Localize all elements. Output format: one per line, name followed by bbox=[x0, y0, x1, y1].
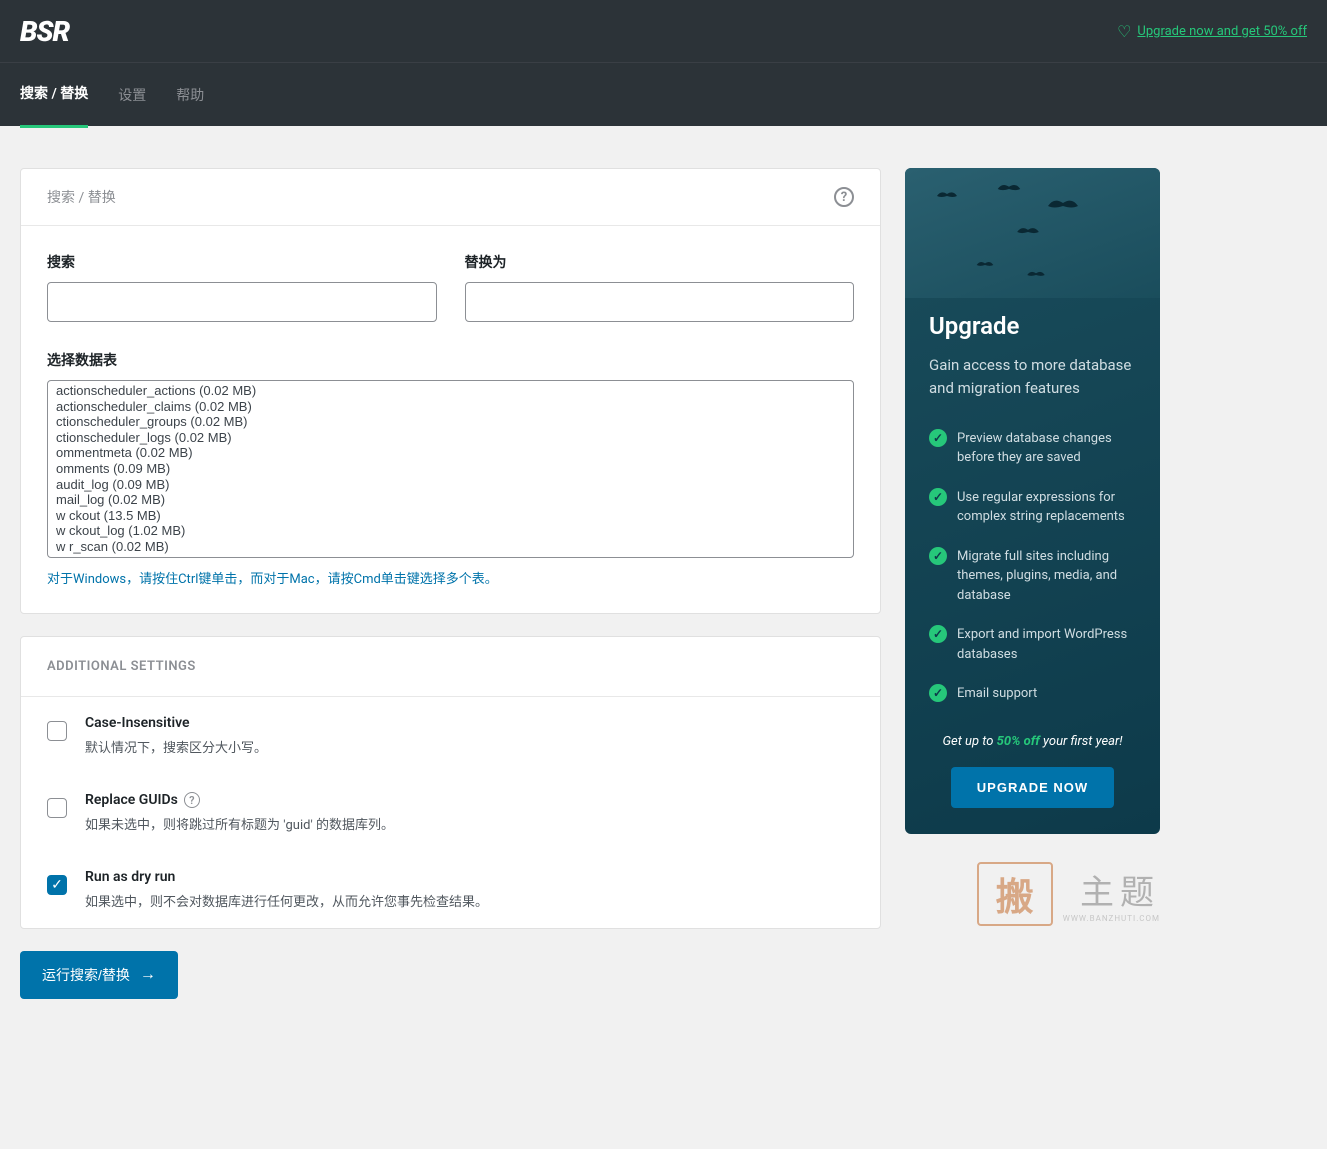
header-nav: 搜索 / 替换 设置 帮助 bbox=[0, 62, 1327, 126]
feature-text: Migrate full sites including themes, plu… bbox=[957, 547, 1136, 606]
bird-icon bbox=[975, 258, 995, 272]
check-icon: ✓ bbox=[929, 429, 947, 447]
setting-checkbox[interactable] bbox=[47, 721, 67, 741]
feature-item: ✓ Email support bbox=[929, 684, 1136, 704]
left-column: 搜索 / 替换 ? 搜索 替换为 选择数据表 bbox=[20, 168, 881, 999]
help-icon[interactable]: ? bbox=[834, 187, 854, 207]
additional-settings-panel: ADDITIONAL SETTINGS Case-Insensitive 默认情况… bbox=[20, 636, 881, 929]
main-wrap: 搜索 / 替换 ? 搜索 替换为 选择数据表 bbox=[0, 126, 1180, 1041]
panel-title: 搜索 / 替换 bbox=[47, 187, 116, 207]
promo-post: your first year! bbox=[1040, 734, 1123, 749]
feature-item: ✓ Migrate full sites including themes, pl… bbox=[929, 547, 1136, 606]
bird-icon bbox=[935, 188, 959, 204]
search-label: 搜索 bbox=[47, 252, 437, 272]
setting-checkbox[interactable]: ✓ bbox=[47, 875, 67, 895]
setting-desc: 默认情况下，搜索区分大小写。 bbox=[85, 737, 267, 756]
logo: BSR bbox=[20, 15, 69, 48]
upgrade-heading: Upgrade bbox=[929, 312, 1136, 340]
header-top: BSR ♡ Upgrade now and get 50% off bbox=[0, 0, 1327, 62]
upgrade-now-button[interactable]: UPGRADE NOW bbox=[951, 767, 1114, 808]
setting-title: Run as dry run bbox=[85, 869, 488, 885]
run-search-replace-button[interactable]: 运行搜索/替换 → bbox=[20, 951, 178, 999]
tab-settings[interactable]: 设置 bbox=[118, 85, 146, 127]
replace-field: 替换为 bbox=[465, 252, 855, 322]
watermark-sub: WWW.BANZHUTI.COM bbox=[1063, 914, 1160, 923]
info-icon[interactable]: ? bbox=[184, 792, 200, 808]
upgrade-link[interactable]: Upgrade now and get 50% off bbox=[1137, 24, 1307, 39]
setting-title: Replace GUIDs? bbox=[85, 792, 394, 808]
field-row: 搜索 替换为 bbox=[47, 252, 854, 322]
bird-icon bbox=[1015, 223, 1041, 241]
panel-header: 搜索 / 替换 ? bbox=[21, 169, 880, 226]
table-option[interactable]: actionscheduler_claims (0.02 MB) bbox=[50, 399, 851, 415]
search-replace-panel: 搜索 / 替换 ? 搜索 替换为 选择数据表 bbox=[20, 168, 881, 614]
feature-item: ✓ Use regular expressions for complex str… bbox=[929, 488, 1136, 527]
replace-input[interactable] bbox=[465, 282, 855, 322]
check-icon: ✓ bbox=[929, 625, 947, 643]
heart-icon: ♡ bbox=[1117, 22, 1131, 41]
setting-row: Replace GUIDs? 如果未选中，则将跳过所有标题为 'guid' 的数据… bbox=[21, 774, 880, 851]
select-hint: 对于Windows，请按住Ctrl键单击，而对于Mac，请按Cmd单击键选择多个… bbox=[47, 568, 854, 587]
watermark-seal: 搬 bbox=[977, 862, 1053, 926]
table-option[interactable]: w ckout_log (1.02 MB) bbox=[50, 523, 851, 539]
search-field: 搜索 bbox=[47, 252, 437, 322]
bird-icon bbox=[1025, 268, 1047, 282]
setting-row: Case-Insensitive 默认情况下，搜索区分大小写。 bbox=[21, 697, 880, 774]
panel-body: 搜索 替换为 选择数据表 actionscheduler_actions (0.… bbox=[21, 226, 880, 613]
promo-pre: Get up to bbox=[942, 734, 996, 749]
table-option[interactable]: omments (0.09 MB) bbox=[50, 461, 851, 477]
tables-select[interactable]: actionscheduler_actions (0.02 MB) action… bbox=[47, 380, 854, 558]
feature-text: Use regular expressions for complex stri… bbox=[957, 488, 1136, 527]
run-button-label: 运行搜索/替换 bbox=[42, 965, 130, 985]
upgrade-content: Upgrade Gain access to more database and… bbox=[905, 312, 1160, 808]
right-column: Upgrade Gain access to more database and… bbox=[905, 168, 1160, 999]
watermark-text: 主题 bbox=[1063, 865, 1160, 914]
setting-checkbox[interactable] bbox=[47, 798, 67, 818]
feature-text: Preview database changes before they are… bbox=[957, 429, 1136, 468]
promo-pct: 50% off bbox=[997, 734, 1040, 749]
settings-list: Case-Insensitive 默认情况下，搜索区分大小写。 Replace GU… bbox=[21, 697, 880, 928]
arrow-right-icon: → bbox=[140, 966, 156, 984]
upgrade-link-wrap: ♡ Upgrade now and get 50% off bbox=[1117, 22, 1307, 41]
setting-title: Case-Insensitive bbox=[85, 715, 267, 731]
check-icon: ✓ bbox=[929, 547, 947, 565]
birds-illustration bbox=[905, 168, 1160, 298]
table-option[interactable]: actionscheduler_actions (0.02 MB) bbox=[50, 383, 851, 399]
tab-help[interactable]: 帮助 bbox=[176, 85, 204, 127]
setting-desc: 如果未选中，则将跳过所有标题为 'guid' 的数据库列。 bbox=[85, 814, 394, 833]
check-icon: ✓ bbox=[929, 488, 947, 506]
upgrade-sub: Gain access to more database and migrati… bbox=[929, 354, 1136, 401]
bird-icon bbox=[1045, 194, 1081, 218]
table-option[interactable]: mail_log (0.02 MB) bbox=[50, 492, 851, 508]
table-option[interactable]: w ckout (13.5 MB) bbox=[50, 508, 851, 524]
upgrade-card: Upgrade Gain access to more database and… bbox=[905, 168, 1160, 834]
setting-row: ✓ Run as dry run 如果选中，则不会对数据库进行任何更改，从而允许您事… bbox=[21, 851, 880, 928]
tab-search-replace[interactable]: 搜索 / 替换 bbox=[20, 83, 88, 128]
table-option[interactable]: ommentmeta (0.02 MB) bbox=[50, 445, 851, 461]
tables-field: 选择数据表 actionscheduler_actions (0.02 MB) … bbox=[47, 350, 854, 587]
table-option[interactable]: ctionscheduler_logs (0.02 MB) bbox=[50, 430, 851, 446]
replace-label: 替换为 bbox=[465, 252, 855, 272]
select-tables-label: 选择数据表 bbox=[47, 350, 854, 370]
table-option[interactable]: ctionscheduler_groups (0.02 MB) bbox=[50, 414, 851, 430]
table-option[interactable]: audit_log (0.09 MB) bbox=[50, 477, 851, 493]
search-input[interactable] bbox=[47, 282, 437, 322]
features-list: ✓ Preview database changes before they ar… bbox=[929, 429, 1136, 704]
check-icon: ✓ bbox=[929, 684, 947, 702]
feature-item: ✓ Preview database changes before they ar… bbox=[929, 429, 1136, 468]
additional-heading: ADDITIONAL SETTINGS bbox=[21, 637, 880, 697]
promo-text: Get up to 50% off your first year! bbox=[929, 734, 1136, 749]
table-option[interactable]: w r_scan (0.02 MB) bbox=[50, 539, 851, 555]
bird-icon bbox=[995, 180, 1023, 198]
feature-text: Email support bbox=[957, 684, 1037, 704]
watermark: 搬 主题 WWW.BANZHUTI.COM bbox=[905, 862, 1160, 926]
feature-item: ✓ Export and import WordPress databases bbox=[929, 625, 1136, 664]
feature-text: Export and import WordPress databases bbox=[957, 625, 1136, 664]
setting-desc: 如果选中，则不会对数据库进行任何更改，从而允许您事先检查结果。 bbox=[85, 891, 488, 910]
